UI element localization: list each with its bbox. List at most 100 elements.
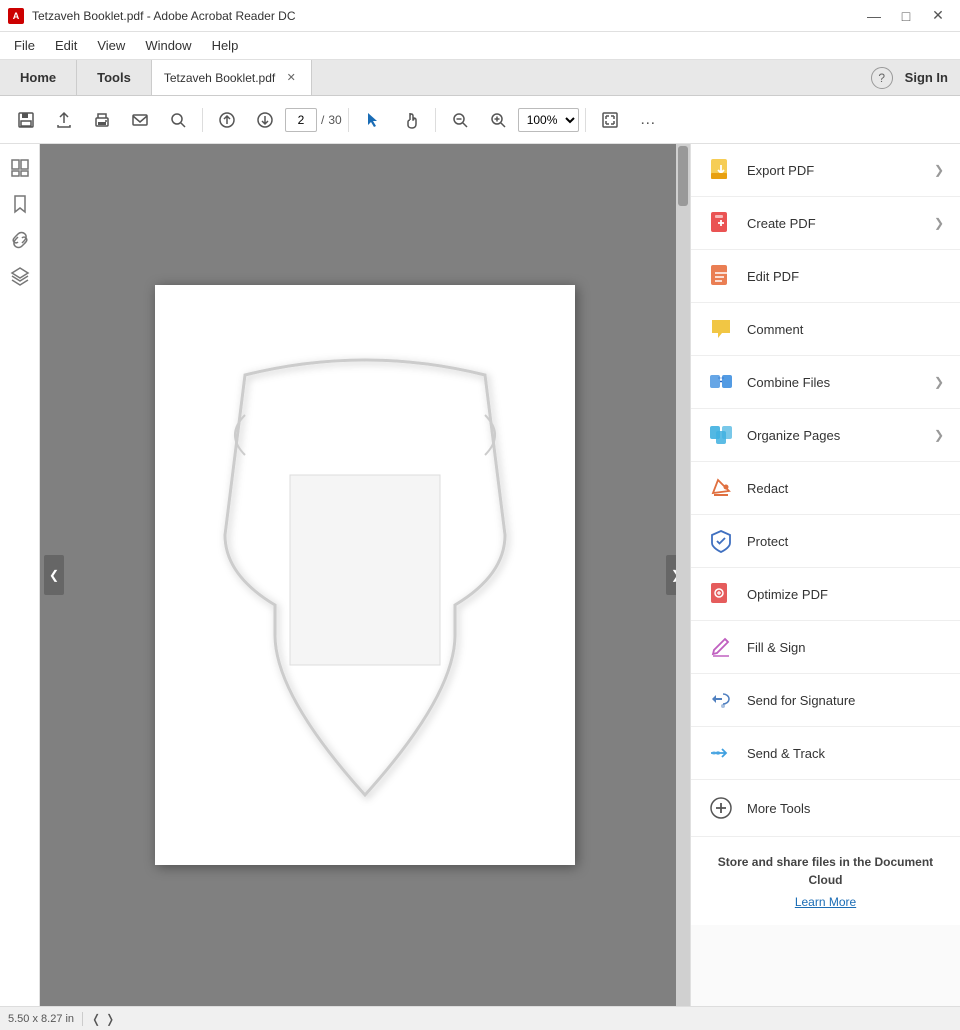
toolbar-separator-1 <box>202 108 203 132</box>
organize-pages-icon <box>707 421 735 449</box>
page-total: 30 <box>328 113 341 127</box>
tool-comment[interactable]: Comment <box>691 303 960 356</box>
statusbar-prev-btn[interactable]: ❬ <box>91 1012 101 1026</box>
page-number-input[interactable] <box>285 108 317 132</box>
organize-pages-label: Organize Pages <box>747 428 922 443</box>
redact-label: Redact <box>747 481 944 496</box>
select-tool-button[interactable] <box>355 102 391 138</box>
comment-label: Comment <box>747 322 944 337</box>
prev-page-button[interactable] <box>209 102 245 138</box>
toolbar-separator-4 <box>585 108 586 132</box>
learn-more-link[interactable]: Learn More <box>707 895 944 909</box>
combine-files-arrow: ❯ <box>934 375 944 389</box>
combine-files-label: Combine Files <box>747 375 922 390</box>
cloud-promo: Store and share files in the Document Cl… <box>691 837 960 925</box>
tool-create-pdf[interactable]: Create PDF ❯ <box>691 197 960 250</box>
more-tools-label: More Tools <box>747 801 944 816</box>
help-button[interactable]: ? <box>871 67 893 89</box>
tabbar: Home Tools Tetzaveh Booklet.pdf ✕ ? Sign… <box>0 60 960 96</box>
export-pdf-arrow: ❯ <box>934 163 944 177</box>
page-dimensions: 5.50 x 8.27 in <box>8 1013 74 1025</box>
combine-files-icon <box>707 368 735 396</box>
statusbar-next-btn[interactable]: ❭ <box>105 1012 115 1026</box>
app-icon: A <box>8 8 24 24</box>
tool-optimize-pdf[interactable]: Optimize PDF <box>691 568 960 621</box>
optimize-pdf-icon <box>707 580 735 608</box>
send-track-label: Send & Track <box>747 746 944 761</box>
zoom-in-button[interactable] <box>480 102 516 138</box>
menu-view[interactable]: View <box>87 34 135 57</box>
tab-tools[interactable]: Tools <box>77 60 152 95</box>
export-pdf-icon <box>707 156 735 184</box>
fit-page-button[interactable] <box>592 102 628 138</box>
create-pdf-label: Create PDF <box>747 216 922 231</box>
menu-help[interactable]: Help <box>202 34 249 57</box>
pdf-frame-shape <box>195 335 535 815</box>
minimize-button[interactable]: — <box>860 5 888 27</box>
sidebar-links-icon[interactable] <box>4 224 36 256</box>
edit-pdf-label: Edit PDF <box>747 269 944 284</box>
create-pdf-icon <box>707 209 735 237</box>
tool-redact[interactable]: Redact <box>691 462 960 515</box>
tab-home[interactable]: Home <box>0 60 77 95</box>
tool-protect[interactable]: Protect <box>691 515 960 568</box>
fill-sign-icon <box>707 633 735 661</box>
toolbar-separator-3 <box>435 108 436 132</box>
tool-send-signature[interactable]: Send for Signature <box>691 674 960 727</box>
more-options-button[interactable]: … <box>630 102 666 138</box>
organize-pages-arrow: ❯ <box>934 428 944 442</box>
send-signature-label: Send for Signature <box>747 693 944 708</box>
right-panel: Export PDF ❯ Create PDF ❯ <box>690 144 960 1006</box>
tool-organize-pages[interactable]: Organize Pages ❯ <box>691 409 960 462</box>
save-button[interactable] <box>8 102 44 138</box>
zoom-select[interactable]: 100% 50% 75% 125% 150% 200% <box>518 108 579 132</box>
optimize-pdf-label: Optimize PDF <box>747 587 944 602</box>
pdf-scrollbar[interactable] <box>676 144 690 1006</box>
menu-window[interactable]: Window <box>135 34 201 57</box>
sidebar-bookmark-icon[interactable] <box>4 188 36 220</box>
tool-send-track[interactable]: Send & Track <box>691 727 960 780</box>
upload-button[interactable] <box>46 102 82 138</box>
pdf-nav-left[interactable]: ❮ <box>44 555 64 595</box>
statusbar-separator <box>82 1012 83 1026</box>
menu-file[interactable]: File <box>4 34 45 57</box>
toolbar: / 30 100% 50% 75% 125% 150% 200% … <box>0 96 960 144</box>
send-track-icon <box>707 739 735 767</box>
menu-edit[interactable]: Edit <box>45 34 87 57</box>
tool-export-pdf[interactable]: Export PDF ❯ <box>691 144 960 197</box>
hand-tool-button[interactable] <box>393 102 429 138</box>
fill-sign-label: Fill & Sign <box>747 640 944 655</box>
pdf-page-content <box>175 305 555 845</box>
tool-combine-files[interactable]: Combine Files ❯ <box>691 356 960 409</box>
redact-icon <box>707 474 735 502</box>
zoom-out-button[interactable] <box>442 102 478 138</box>
signin-button[interactable]: Sign In <box>905 70 948 85</box>
tab-document[interactable]: Tetzaveh Booklet.pdf ✕ <box>152 60 312 95</box>
tool-edit-pdf[interactable]: Edit PDF <box>691 250 960 303</box>
edit-pdf-icon <box>707 262 735 290</box>
pdf-viewer: ❮ <box>40 144 690 1006</box>
search-button[interactable] <box>160 102 196 138</box>
titlebar-title: Tetzaveh Booklet.pdf - Adobe Acrobat Rea… <box>32 9 296 23</box>
next-page-button[interactable] <box>247 102 283 138</box>
tab-spacer <box>312 60 858 95</box>
sidebar-thumbnail-icon[interactable] <box>4 152 36 184</box>
sidebar-layers-icon[interactable] <box>4 260 36 292</box>
maximize-button[interactable]: □ <box>892 5 920 27</box>
close-button[interactable]: ✕ <box>924 5 952 27</box>
titlebar: A Tetzaveh Booklet.pdf - Adobe Acrobat R… <box>0 0 960 32</box>
titlebar-left: A Tetzaveh Booklet.pdf - Adobe Acrobat R… <box>8 8 296 24</box>
menubar: File Edit View Window Help <box>0 32 960 60</box>
print-button[interactable] <box>84 102 120 138</box>
toolbar-separator-2 <box>348 108 349 132</box>
tab-right-actions: ? Sign In <box>859 60 960 95</box>
tool-fill-sign[interactable]: Fill & Sign <box>691 621 960 674</box>
tab-close-button[interactable]: ✕ <box>283 70 299 86</box>
titlebar-controls: — □ ✕ <box>860 5 952 27</box>
left-sidebar <box>0 144 40 1006</box>
pdf-scrollbar-thumb[interactable] <box>678 146 688 206</box>
email-button[interactable] <box>122 102 158 138</box>
cloud-promo-text: Store and share files in the Document Cl… <box>718 855 933 887</box>
tool-more-tools[interactable]: More Tools <box>691 780 960 837</box>
comment-icon <box>707 315 735 343</box>
